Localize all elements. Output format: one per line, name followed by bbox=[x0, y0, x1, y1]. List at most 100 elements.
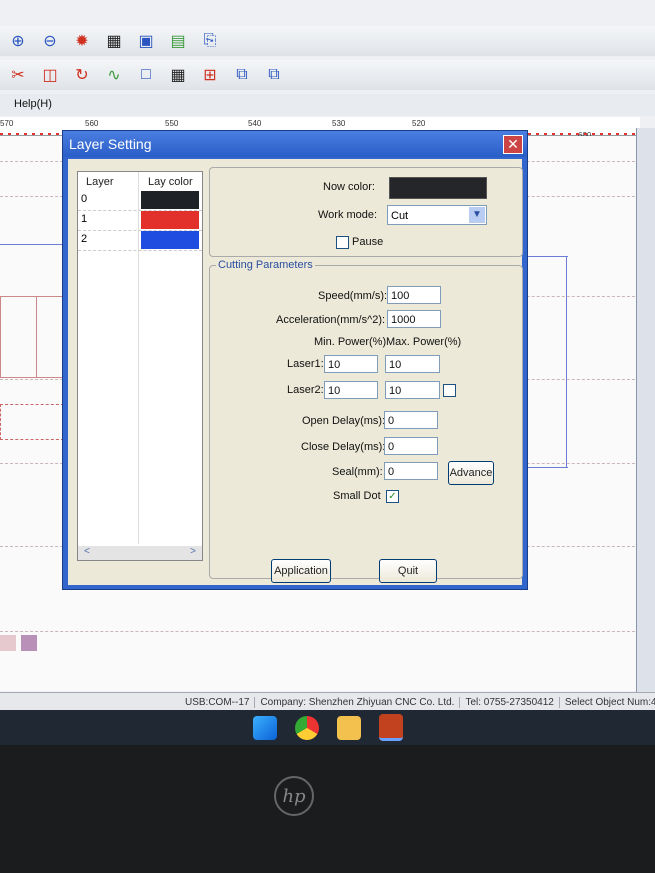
advance-button[interactable]: Advance bbox=[448, 461, 494, 485]
layer-icon[interactable]: ▤ bbox=[166, 30, 190, 52]
work-mode-label: Work mode: bbox=[318, 209, 378, 221]
dialog-title: Layer Setting bbox=[69, 136, 152, 152]
application-button[interactable]: Application bbox=[271, 559, 331, 583]
laser1-min-input[interactable]: 10 bbox=[324, 355, 378, 373]
layer-setting-dialog: Layer Setting ✕ Layer Lay color 0 1 2 < … bbox=[62, 130, 528, 590]
zoom-in-icon[interactable]: ⊕ bbox=[6, 30, 30, 52]
laser2-enable-checkbox[interactable] bbox=[443, 384, 456, 397]
seal-label: Seal(mm): bbox=[332, 466, 383, 478]
dialog-body: Layer Lay color 0 1 2 < > Now color: Wor… bbox=[68, 159, 523, 585]
open-delay-input[interactable]: 0 bbox=[384, 411, 438, 429]
color-swatch[interactable] bbox=[0, 635, 16, 651]
layer-header: Layer bbox=[86, 176, 114, 188]
close-delay-input[interactable]: 0 bbox=[384, 437, 438, 455]
app-window: ⊕ ⊖ ✹ ▦ ▣ ▤ ⎘ ✂ ◫ ↻ ∿ □ ▦ ⊞ ⧉ ⧉ Help(H) … bbox=[0, 0, 655, 745]
ruler-tick: 570 bbox=[0, 119, 14, 128]
max-power-label: Max. Power(%) bbox=[386, 336, 462, 348]
laser1-label: Laser1: bbox=[287, 358, 324, 370]
hp-logo: hp bbox=[274, 776, 314, 816]
edit-toolbar: ✂ ◫ ↻ ∿ □ ▦ ⊞ ⧉ ⧉ bbox=[0, 60, 655, 90]
close-delay-label: Close Delay(ms): bbox=[301, 441, 386, 453]
export-icon[interactable]: ⎘ bbox=[198, 30, 222, 52]
zoom-out-icon[interactable]: ⊖ bbox=[38, 30, 62, 52]
chevron-down-icon[interactable]: ▼ bbox=[469, 207, 485, 223]
gear-icon[interactable]: ✹ bbox=[70, 30, 94, 52]
guide-line bbox=[0, 244, 66, 245]
laser-app-icon[interactable] bbox=[378, 714, 403, 741]
ruler-tick: 560 bbox=[85, 119, 99, 128]
right-side-panel bbox=[636, 128, 655, 698]
layer-color-swatch bbox=[141, 231, 199, 249]
small-dot-label: Small Dot bbox=[333, 490, 381, 502]
status-tel: Tel: 0755-27350412 bbox=[460, 696, 560, 708]
horizontal-scrollbar[interactable]: < > bbox=[78, 546, 202, 560]
pause-label: Pause bbox=[352, 236, 384, 248]
file-explorer-icon[interactable] bbox=[336, 715, 361, 740]
status-select-count: Select Object Num:4 bbox=[560, 697, 655, 708]
taskbar bbox=[0, 710, 655, 745]
scroll-left-icon[interactable]: < bbox=[84, 546, 90, 557]
close-icon[interactable]: ✕ bbox=[503, 135, 523, 154]
speed-label: Speed(mm/s): bbox=[318, 290, 388, 302]
guide-line bbox=[566, 256, 567, 468]
cut-shape bbox=[36, 296, 37, 378]
scroll-right-icon[interactable]: > bbox=[190, 546, 196, 557]
menu-help[interactable]: Help(H) bbox=[14, 98, 52, 110]
ruler-tick: 540 bbox=[248, 119, 262, 128]
group-icon[interactable]: ⊞ bbox=[198, 64, 222, 86]
stack-icon[interactable]: ⧉ bbox=[262, 64, 286, 86]
main-toolbar: ⊕ ⊖ ✹ ▦ ▣ ▤ ⎘ bbox=[0, 26, 655, 56]
cutting-params-title: Cutting Parameters bbox=[216, 259, 315, 271]
color-swatch[interactable] bbox=[21, 635, 37, 651]
copy-icon[interactable]: ⧉ bbox=[230, 64, 254, 86]
cut-shape[interactable] bbox=[0, 296, 66, 378]
laser2-label: Laser2: bbox=[287, 384, 324, 396]
status-bar: USB:COM--17 Company: Shenzhen Zhiyuan CN… bbox=[0, 692, 655, 711]
layer-row[interactable]: 0 bbox=[78, 190, 202, 211]
wave-icon[interactable]: ∿ bbox=[102, 64, 126, 86]
box-icon[interactable]: □ bbox=[134, 64, 158, 86]
scissors-icon[interactable]: ✂ bbox=[6, 64, 30, 86]
grid2-icon[interactable]: ▦ bbox=[166, 64, 190, 86]
menu-bar: Help(H) bbox=[0, 94, 655, 116]
seal-input[interactable]: 0 bbox=[384, 462, 438, 480]
windows-start-icon[interactable] bbox=[252, 715, 277, 740]
laser2-min-input[interactable]: 10 bbox=[324, 381, 378, 399]
ruler-tick: 530 bbox=[332, 119, 346, 128]
engrave-shape[interactable] bbox=[0, 404, 64, 440]
ruler-tick: 520 bbox=[412, 119, 426, 128]
lay-color-header: Lay color bbox=[148, 176, 193, 188]
layer-row[interactable]: 1 bbox=[78, 210, 202, 231]
layer-color-swatch bbox=[141, 211, 199, 229]
grid-line bbox=[0, 631, 640, 632]
rotate-icon[interactable]: ↻ bbox=[70, 64, 94, 86]
ruler-tick: 550 bbox=[165, 119, 179, 128]
chrome-icon[interactable] bbox=[294, 715, 319, 740]
work-mode-value: Cut bbox=[391, 210, 409, 222]
small-dot-checkbox[interactable]: ✓ bbox=[386, 490, 399, 503]
work-mode-select[interactable]: Cut ▼ bbox=[387, 205, 487, 225]
now-color-label: Now color: bbox=[323, 181, 375, 193]
open-delay-label: Open Delay(ms): bbox=[302, 415, 386, 427]
layer-number: 2 bbox=[81, 233, 88, 245]
mirror-icon[interactable]: ◫ bbox=[38, 64, 62, 86]
quit-button[interactable]: Quit bbox=[379, 559, 437, 583]
status-company: Company: Shenzhen Zhiyuan CNC Co. Ltd. bbox=[255, 696, 461, 708]
layer-number: 0 bbox=[81, 193, 88, 205]
laser1-max-input[interactable]: 10 bbox=[385, 355, 440, 373]
now-color-swatch[interactable] bbox=[389, 177, 487, 199]
layer-color-swatch bbox=[141, 191, 199, 209]
grid-icon[interactable]: ▦ bbox=[102, 30, 126, 52]
dialog-titlebar[interactable]: Layer Setting ✕ bbox=[63, 131, 527, 157]
layer-row[interactable]: 2 bbox=[78, 230, 202, 251]
speed-input[interactable]: 100 bbox=[387, 286, 441, 304]
acceleration-label: Acceleration(mm/s^2): bbox=[276, 314, 386, 326]
status-port: USB:COM--17 bbox=[0, 696, 256, 708]
select-icon[interactable]: ▣ bbox=[134, 30, 158, 52]
layer-number: 1 bbox=[81, 213, 88, 225]
min-power-label: Min. Power(%) bbox=[314, 336, 387, 348]
layer-list[interactable]: Layer Lay color 0 1 2 < > bbox=[77, 171, 203, 561]
laser2-max-input[interactable]: 10 bbox=[385, 381, 440, 399]
acceleration-input[interactable]: 1000 bbox=[387, 310, 441, 328]
pause-checkbox[interactable] bbox=[336, 236, 349, 249]
